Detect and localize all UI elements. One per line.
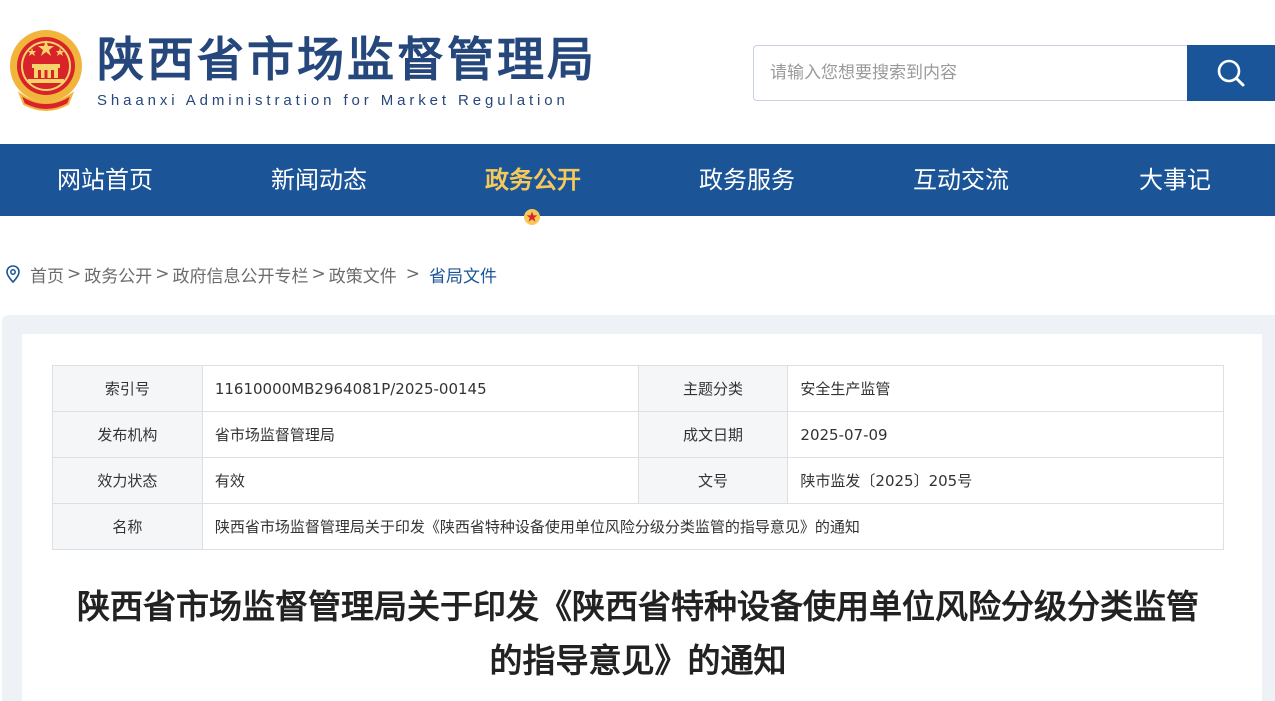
name-value: 陕西省市场监督管理局关于印发《陕西省特种设备使用单位风险分级分类监管的指导意见》… — [201, 503, 1225, 550]
breadcrumb-info-disclosure[interactable]: 政府信息公开专栏 — [173, 262, 309, 287]
breadcrumb-government-affairs[interactable]: 政务公开 — [84, 262, 152, 287]
publisher-value: 省市场监督管理局 — [201, 411, 639, 458]
breadcrumb-current[interactable]: 省局文件 — [429, 262, 497, 287]
status-value: 有效 — [201, 457, 639, 504]
breadcrumb-separator: > — [155, 264, 170, 284]
main-navigation: 网站首页 新闻动态 政务公开 政务服务 互动交流 大事记 — [0, 144, 1275, 216]
nav-item-interaction[interactable]: 互动交流 — [854, 144, 1068, 216]
topic-label: 主题分类 — [637, 365, 789, 412]
date-value: 2025-07-09 — [787, 411, 1224, 458]
location-pin-icon — [6, 265, 20, 283]
date-label: 成文日期 — [637, 411, 789, 458]
index-value: 11610000MB2964081P/2025-00145 — [201, 365, 639, 412]
table-row: 发布机构 省市场监督管理局 成文日期 2025-07-09 — [52, 411, 1224, 458]
index-label: 索引号 — [52, 365, 203, 412]
publisher-label: 发布机构 — [52, 411, 203, 458]
status-label: 效力状态 — [52, 457, 203, 504]
name-label: 名称 — [52, 503, 203, 550]
document-number-label: 文号 — [637, 457, 789, 504]
site-title: 陕西省市场监督管理局 — [97, 33, 597, 88]
nav-item-events[interactable]: 大事记 — [1068, 144, 1275, 216]
table-row: 索引号 11610000MB2964081P/2025-00145 主题分类 安… — [52, 365, 1224, 412]
breadcrumb-policy-documents[interactable]: 政策文件 — [329, 262, 397, 287]
article-title: 陕西省市场监督管理局关于印发《陕西省特种设备使用单位风险分级分类监管 的指导意见… — [52, 580, 1224, 688]
nav-item-services[interactable]: 政务服务 — [640, 144, 854, 216]
document-number-value: 陕市监发〔2025〕205号 — [787, 457, 1224, 504]
active-star-indicator-icon — [524, 209, 540, 225]
article-title-line-2: 的指导意见》的通知 — [489, 641, 787, 680]
site-subtitle: Shaanxi Administration for Market Regula… — [97, 92, 569, 109]
search-icon — [1217, 59, 1245, 87]
breadcrumb-home[interactable]: 首页 — [30, 262, 64, 287]
breadcrumb-separator: > — [311, 264, 326, 284]
nav-item-government-affairs[interactable]: 政务公开 — [426, 144, 640, 216]
breadcrumb-separator: > — [67, 264, 82, 284]
document-metadata-table: 索引号 11610000MB2964081P/2025-00145 主题分类 安… — [52, 365, 1225, 550]
search-input[interactable] — [753, 45, 1188, 101]
table-row: 名称 陕西省市场监督管理局关于印发《陕西省特种设备使用单位风险分级分类监管的指导… — [52, 503, 1225, 550]
site-header: 陕西省市场监督管理局 Shaanxi Administration for Ma… — [0, 0, 1275, 144]
national-emblem-icon — [10, 30, 82, 111]
search-button[interactable] — [1187, 45, 1275, 101]
nav-item-news[interactable]: 新闻动态 — [212, 144, 426, 216]
nav-item-home[interactable]: 网站首页 — [0, 144, 210, 216]
table-row: 效力状态 有效 文号 陕市监发〔2025〕205号 — [52, 457, 1224, 504]
topic-value: 安全生产监管 — [787, 365, 1224, 412]
breadcrumb-separator: > — [405, 264, 420, 284]
breadcrumb: 首页 > 政务公开 > 政府信息公开专栏 > 政策文件 > 省局文件 — [6, 262, 497, 287]
article-title-line-1: 陕西省市场监督管理局关于印发《陕西省特种设备使用单位风险分级分类监管 — [77, 587, 1199, 626]
